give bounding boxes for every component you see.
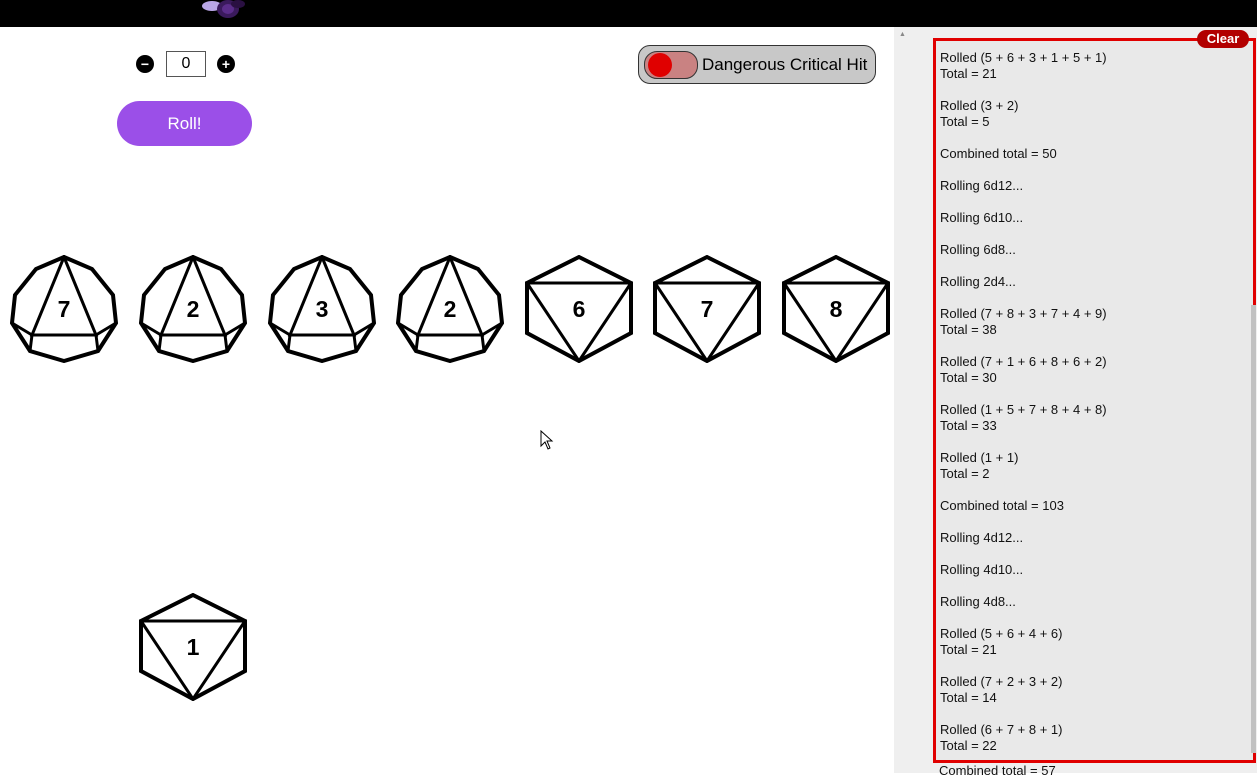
mouse-cursor-icon bbox=[540, 430, 554, 450]
die-value: 7 bbox=[57, 296, 71, 322]
die-value: 3 bbox=[315, 296, 329, 322]
clear-log-button[interactable]: Clear bbox=[1197, 30, 1249, 48]
log-entry: Rolling 4d12... bbox=[940, 530, 1024, 545]
roll-button[interactable]: Roll! bbox=[117, 101, 252, 146]
dice-count-input[interactable] bbox=[166, 51, 206, 77]
log-entry-partial: Combined total = 57 bbox=[939, 763, 1056, 778]
log-entry: Rolled (6 + 7 + 8 + 1) Total = 22 bbox=[940, 722, 1063, 753]
die-value: 2 bbox=[443, 296, 457, 322]
roll-log[interactable]: Rolled (5 + 6 + 3 + 1 + 5 + 1) Total = 2… bbox=[933, 38, 1256, 763]
die-d12: 2 bbox=[396, 255, 504, 363]
die-d10: 6 bbox=[525, 255, 633, 363]
log-entry: Rolling 6d8... bbox=[940, 242, 1016, 257]
scroll-up-arrow-icon[interactable]: ▲ bbox=[899, 31, 906, 38]
die-d12: 3 bbox=[268, 255, 376, 363]
log-entry: Rolled (7 + 8 + 3 + 7 + 4 + 9) Total = 3… bbox=[940, 306, 1107, 337]
log-entry: Rolled (1 + 1) Total = 2 bbox=[940, 450, 1019, 481]
critical-hit-toggle[interactable]: Dangerous Critical Hit bbox=[638, 45, 876, 84]
top-bar bbox=[0, 0, 1257, 27]
die-value: 8 bbox=[829, 296, 843, 322]
log-entry: Rolling 6d12... bbox=[940, 178, 1024, 193]
sidebar-scrollbar[interactable] bbox=[1251, 305, 1256, 753]
die-d10: 7 bbox=[653, 255, 761, 363]
bee-logo-icon bbox=[202, 0, 245, 18]
die-d10: 8 bbox=[782, 255, 890, 363]
log-entry: Combined total = 50 bbox=[940, 146, 1057, 161]
log-entry: Combined total = 103 bbox=[940, 498, 1064, 513]
toggle-switch[interactable] bbox=[644, 51, 698, 79]
log-entry: Rolling 2d4... bbox=[940, 274, 1016, 289]
die-value: 6 bbox=[572, 296, 586, 322]
die-value: 1 bbox=[186, 634, 200, 660]
die-d12: 2 bbox=[139, 255, 247, 363]
log-entry: Rolled (1 + 5 + 7 + 8 + 4 + 8) Total = 3… bbox=[940, 402, 1107, 433]
increment-button[interactable]: + bbox=[217, 55, 235, 73]
log-entry: Rolled (7 + 2 + 3 + 2) Total = 14 bbox=[940, 674, 1063, 705]
log-entry: Rolling 4d8... bbox=[940, 594, 1016, 609]
log-entry: Rolling 6d10... bbox=[940, 210, 1024, 225]
log-entry: Rolling 4d10... bbox=[940, 562, 1024, 577]
die-d12: 7 bbox=[10, 255, 118, 363]
die-value: 7 bbox=[700, 296, 714, 322]
log-entry: Rolled (5 + 6 + 4 + 6) Total = 21 bbox=[940, 626, 1063, 657]
die-value: 2 bbox=[186, 296, 200, 322]
toggle-knob bbox=[648, 53, 672, 77]
log-entry: Rolled (7 + 1 + 6 + 8 + 6 + 2) Total = 3… bbox=[940, 354, 1107, 385]
toggle-label: Dangerous Critical Hit bbox=[702, 55, 868, 74]
log-entry: Rolled (5 + 6 + 3 + 1 + 5 + 1) Total = 2… bbox=[940, 50, 1107, 81]
decrement-button[interactable]: − bbox=[136, 55, 154, 73]
die-d10: 1 bbox=[139, 593, 247, 701]
log-entry: Rolled (3 + 2) Total = 5 bbox=[940, 98, 1019, 129]
